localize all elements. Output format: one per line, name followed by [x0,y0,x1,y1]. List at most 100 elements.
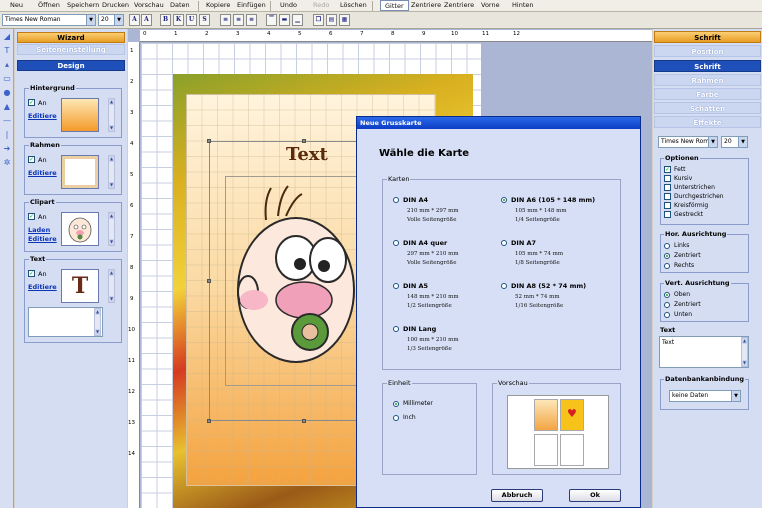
halign-left-radio[interactable] [664,243,670,249]
vertical-line-tool-icon[interactable]: | [3,131,11,139]
scroll-up-icon[interactable]: ▲ [742,338,747,344]
card-din-a5-label[interactable]: DIN A5 [403,282,428,290]
ellipse-tool-icon[interactable]: ● [3,89,11,97]
scroll-down-icon[interactable]: ▼ [109,125,114,131]
option-strike-checkbox[interactable] [664,193,671,200]
copy-icon[interactable]: ❐ [313,14,324,26]
clipart-thumbnail[interactable] [61,212,99,246]
text-input-scrollbar[interactable]: ▲ ▼ [94,308,101,336]
card-din-long-radio[interactable] [393,326,399,332]
menu-delete[interactable]: Löschen [340,1,367,9]
card-din-a6-label[interactable]: DIN A6 (105 * 148 mm) [511,196,595,204]
menu-save[interactable]: Speichern [67,1,99,9]
frame-scrollbar[interactable]: ▲ ▼ [108,155,115,189]
scroll-down-icon[interactable]: ▼ [109,239,114,245]
tab-schatten[interactable]: Schatten [654,102,761,114]
baby-clipart[interactable] [226,180,366,380]
valign-top-icon[interactable]: ▔ [266,14,277,26]
menu-center-v[interactable]: Zentriere [444,1,474,9]
triangle-tool-icon[interactable]: ▲ [3,103,11,111]
unit-inch-radio[interactable] [393,415,399,421]
option-bold-checkbox[interactable]: ✓ [664,166,671,173]
text-on-checkbox[interactable]: ✓ [28,270,35,277]
clipart-load-link[interactable]: Laden [28,226,50,234]
text-input-area[interactable] [28,307,103,337]
card-din-a4-radio[interactable] [393,197,399,203]
valign-middle-icon[interactable]: ▬ [279,14,290,26]
card-din-a7-radio[interactable] [501,240,507,246]
database-select[interactable]: keine Daten ▼ [669,390,741,402]
pointer-icon[interactable]: ◢ [3,33,11,41]
align-center-icon[interactable]: ≡ [233,14,244,26]
arrow-tool-icon[interactable]: ➔ [3,145,11,153]
card-text[interactable]: Text [286,144,328,165]
background-edit-link[interactable]: Editiere [28,112,57,120]
image-tool-icon[interactable]: ▴ [3,61,11,69]
unit-inch-label[interactable]: Inch [403,414,416,421]
scroll-up-icon[interactable]: ▲ [109,99,114,105]
tab-page-setup[interactable]: Seiteneinstellung [17,44,125,55]
halign-center-radio[interactable] [664,253,670,259]
cancel-button[interactable]: Abbruch [491,489,543,502]
text-tool-icon[interactable]: T [3,47,11,55]
frame-thumbnail[interactable] [61,155,99,189]
font-shrink-icon[interactable]: A [141,14,152,26]
tab-farbe[interactable]: Farbe [654,88,761,100]
clipart-scrollbar[interactable]: ▲ ▼ [108,212,115,246]
menu-copy[interactable]: Kopiere [206,1,230,9]
align-left-icon[interactable]: ≡ [220,14,231,26]
resize-handle[interactable] [207,419,211,423]
menu-undo[interactable]: Undo [280,1,297,9]
option-stretched-checkbox[interactable] [664,211,671,218]
font-grow-icon[interactable]: A [129,14,140,26]
underline-icon[interactable]: U [186,14,197,26]
card-din-a4-landscape-label[interactable]: DIN A4 quer [403,239,447,247]
star-tool-icon[interactable]: ✲ [3,159,11,167]
resize-handle[interactable] [302,139,306,143]
background-scrollbar[interactable]: ▲ ▼ [108,98,115,132]
tab-rahmen[interactable]: Rahmen [654,74,761,86]
line-tool-icon[interactable]: — [3,117,11,125]
resize-handle[interactable] [207,279,211,283]
menu-new[interactable]: Neu [10,1,23,9]
option-underline-checkbox[interactable] [664,184,671,191]
valign-bottom-icon[interactable]: ▁ [292,14,303,26]
menu-print[interactable]: Drucken [102,1,129,9]
scroll-up-icon[interactable]: ▲ [109,213,114,219]
rectangle-tool-icon[interactable]: ▭ [3,75,11,83]
option-italic-checkbox[interactable] [664,175,671,182]
tab-design[interactable]: Design [17,60,125,71]
text-content-scrollbar[interactable]: ▲ ▼ [741,337,748,367]
tab-schrift[interactable]: Schrift [654,60,761,72]
unit-millimeter-radio[interactable] [393,401,399,407]
valign-top-radio[interactable] [664,292,670,298]
menu-data[interactable]: Daten [170,1,190,9]
menu-grid[interactable]: Gitter [380,0,409,11]
text-style-thumbnail[interactable]: T [61,269,99,303]
menu-preview[interactable]: Vorschau [134,1,164,9]
paste-icon[interactable]: ▤ [326,14,337,26]
menu-back[interactable]: Hinten [512,1,533,9]
scroll-down-icon[interactable]: ▼ [109,182,114,188]
card-din-a4-label[interactable]: DIN A4 [403,196,428,204]
card-din-a8-label[interactable]: DIN A8 (52 * 74 mm) [511,282,586,290]
menu-open[interactable]: Öffnen [38,1,60,9]
text-style-scrollbar[interactable]: ▲ ▼ [108,269,115,303]
menu-paste[interactable]: Einfügen [237,1,266,9]
card-din-a4-landscape-radio[interactable] [393,240,399,246]
clipart-edit-link[interactable]: Editiere [28,235,57,243]
frame-edit-link[interactable]: Editiere [28,169,57,177]
font-size-select[interactable]: 20 ▼ [98,14,124,26]
card-din-a7-label[interactable]: DIN A7 [511,239,536,247]
valign-bottom-radio[interactable] [664,312,670,318]
tab-schrift-header[interactable]: Schrift [654,31,761,43]
valign-center-radio[interactable] [664,302,670,308]
scroll-up-icon[interactable]: ▲ [109,156,114,162]
scroll-down-icon[interactable]: ▼ [95,329,100,335]
unit-millimeter-label[interactable]: Millimeter [403,400,433,407]
right-font-select[interactable]: Times New Rom ▼ [658,136,718,148]
menu-front[interactable]: Vorne [481,1,500,9]
align-right-icon[interactable]: ≡ [246,14,257,26]
right-size-select[interactable]: 20 ▼ [721,136,748,148]
strikethrough-icon[interactable]: S [199,14,210,26]
